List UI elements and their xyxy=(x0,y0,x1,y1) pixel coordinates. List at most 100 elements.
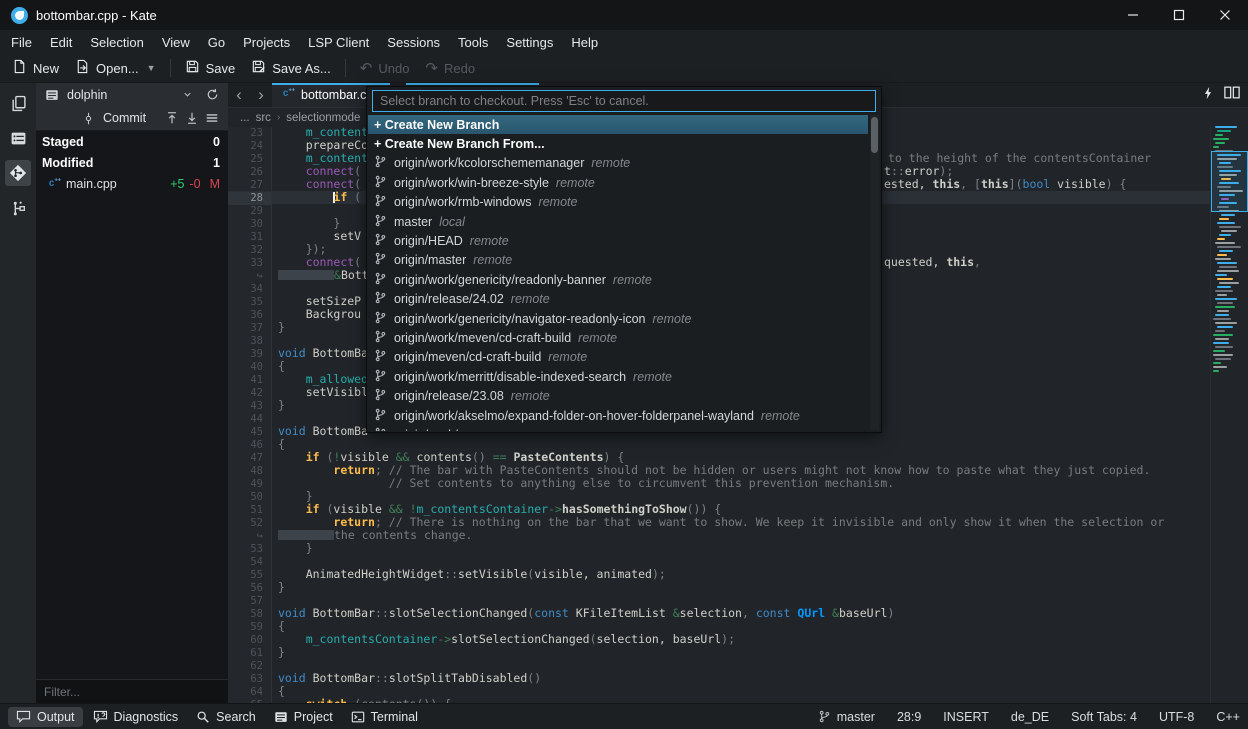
git-status-tree: Staged 0 Modified 1 c++ main.cpp +5 -0 M xyxy=(36,130,228,679)
menu-sessions[interactable]: Sessions xyxy=(378,32,449,53)
new-button[interactable]: New xyxy=(4,55,67,81)
kate-app-icon xyxy=(11,7,28,24)
undo-button[interactable]: ↶ Undo xyxy=(352,57,418,80)
branch-scope-tag: remote xyxy=(511,292,550,306)
branch-item[interactable]: origin/release/23.08remote xyxy=(368,386,868,405)
close-button[interactable] xyxy=(1202,0,1248,30)
menu-selection[interactable]: Selection xyxy=(81,32,152,53)
branch-item[interactable]: origin/work/ xyxy=(368,425,868,431)
branch-item[interactable]: origin/work/akselmo/expand-folder-on-hov… xyxy=(368,406,868,425)
documents-panel-icon[interactable] xyxy=(5,90,31,116)
menu-tools[interactable]: Tools xyxy=(449,32,497,53)
minimap-line xyxy=(1215,242,1235,244)
statusbar-project-button[interactable]: Project xyxy=(266,707,341,727)
symbols-panel-icon[interactable] xyxy=(5,195,31,221)
save-as-button[interactable]: Save As... xyxy=(243,55,339,81)
git-panel-icon[interactable] xyxy=(5,160,31,186)
code-text: m_content xyxy=(272,151,368,165)
quick-actions-icon[interactable] xyxy=(1202,86,1214,105)
code-line-56: 56} xyxy=(228,581,1210,594)
breadcrumb-item[interactable]: src xyxy=(256,112,271,124)
chevron-down-icon[interactable]: ▼ xyxy=(147,63,156,73)
branch-item[interactable]: origin/work/genericity/navigator-readonl… xyxy=(368,309,868,328)
branch-item[interactable]: origin/release/24.02remote xyxy=(368,290,868,309)
branch-item[interactable]: origin/work/win-breeze-styleremote xyxy=(368,173,868,192)
output-icon xyxy=(16,710,31,723)
maximize-button[interactable] xyxy=(1156,0,1202,30)
forward-icon[interactable]: › xyxy=(250,84,272,106)
save-as-icon xyxy=(251,59,266,77)
menu-view[interactable]: View xyxy=(153,32,199,53)
code-text: void BottomBar::slotSelectionChanged(con… xyxy=(272,606,894,620)
modified-count: 1 xyxy=(213,156,220,170)
create-branch-item[interactable]: + Create New Branch xyxy=(368,115,868,134)
staged-row[interactable]: Staged 0 xyxy=(36,131,228,152)
menu-settings[interactable]: Settings xyxy=(497,32,562,53)
branch-item[interactable]: origin/work/kcolorschememanagerremote xyxy=(368,154,868,173)
filter-row xyxy=(36,679,228,703)
statusbar-segment-de-de[interactable]: de_DE xyxy=(1011,710,1049,724)
project-chevron-down-icon[interactable] xyxy=(177,85,197,105)
branch-name: origin/work/rmb-windows xyxy=(394,195,532,209)
branch-item[interactable]: masterlocal xyxy=(368,212,868,231)
commit-button[interactable]: Commit xyxy=(78,108,162,128)
menu-lsp-client[interactable]: LSP Client xyxy=(299,32,378,53)
scrollbar-thumb[interactable] xyxy=(871,117,878,153)
filter-input[interactable] xyxy=(36,680,228,703)
branch-search-input[interactable] xyxy=(372,90,876,112)
branch-item[interactable]: origin/work/merritt/disable-indexed-sear… xyxy=(368,367,868,386)
wrap-indent-marker xyxy=(278,530,334,540)
statusbar-terminal-button[interactable]: Terminal xyxy=(343,707,426,727)
branch-item[interactable]: origin/masterremote xyxy=(368,251,868,270)
statusbar-segment-c-[interactable]: C++ xyxy=(1216,710,1240,724)
modified-row[interactable]: Modified 1 xyxy=(36,152,228,173)
minimap-scrollbar[interactable] xyxy=(1210,126,1248,703)
branch-name: origin/master xyxy=(394,253,466,267)
statusbar-segment-insert[interactable]: INSERT xyxy=(943,710,989,724)
code-text: if (!visible && contents() == PasteConte… xyxy=(272,450,624,464)
minimap-line xyxy=(1213,334,1233,336)
statusbar-search-button[interactable]: Search xyxy=(188,707,264,727)
open-button[interactable]: Open... ▼ xyxy=(67,55,164,81)
menu-file[interactable]: File xyxy=(2,32,41,53)
statusbar-segment-28-9[interactable]: 28:9 xyxy=(897,710,921,724)
minimap-viewport[interactable] xyxy=(1211,151,1248,212)
push-icon[interactable] xyxy=(162,108,182,128)
project-name[interactable]: dolphin xyxy=(67,88,172,102)
pull-icon[interactable] xyxy=(182,108,202,128)
redo-button[interactable]: ↷ Redo xyxy=(417,57,483,80)
branch-item[interactable]: origin/HEADremote xyxy=(368,231,868,250)
segment-label: 28:9 xyxy=(897,710,921,724)
statusbar-segment-master[interactable]: master xyxy=(818,710,875,724)
git-menu-icon[interactable] xyxy=(202,108,222,128)
branch-item[interactable]: origin/work/rmb-windowsremote xyxy=(368,193,868,212)
branch-item[interactable]: origin/meven/cd-craft-buildremote xyxy=(368,348,868,367)
statusbar-segment-utf-8[interactable]: UTF-8 xyxy=(1159,710,1194,724)
menu-help[interactable]: Help xyxy=(562,32,607,53)
breadcrumb-item[interactable]: ... xyxy=(240,112,250,124)
minimize-button[interactable] xyxy=(1110,0,1156,30)
minimap-line xyxy=(1215,290,1233,292)
filesystem-panel-icon[interactable] xyxy=(5,125,31,151)
menu-projects[interactable]: Projects xyxy=(234,32,299,53)
statusbar-diagnostics-button[interactable]: Diagnostics xyxy=(85,707,187,727)
create-branch-item[interactable]: + Create New Branch From... xyxy=(368,134,868,153)
branch-item[interactable]: origin/work/genericity/readonly-bannerre… xyxy=(368,270,868,289)
save-button[interactable]: Save xyxy=(177,55,244,81)
refresh-icon[interactable] xyxy=(202,85,222,105)
branch-scope-tag: remote xyxy=(578,331,617,345)
back-icon[interactable]: ‹ xyxy=(228,84,250,106)
code-line-49: 49 // Set contents to anything else to c… xyxy=(228,477,1210,490)
menu-edit[interactable]: Edit xyxy=(41,32,81,53)
statusbar-output-button[interactable]: Output xyxy=(8,707,83,727)
split-view-icon[interactable] xyxy=(1224,86,1240,104)
branch-item[interactable]: origin/work/meven/cd-craft-buildremote xyxy=(368,328,868,347)
menu-go[interactable]: Go xyxy=(199,32,234,53)
branch-scope-tag: local xyxy=(439,215,465,229)
redo-icon: ↷ xyxy=(425,61,438,76)
minimap-line xyxy=(1217,246,1241,248)
modified-file-row[interactable]: c++ main.cpp +5 -0 M xyxy=(36,173,228,194)
breadcrumb-item[interactable]: selectionmode xyxy=(286,112,360,124)
branch-list-scrollbar[interactable] xyxy=(870,115,879,430)
statusbar-segment-soft-tabs-4[interactable]: Soft Tabs: 4 xyxy=(1071,710,1137,724)
